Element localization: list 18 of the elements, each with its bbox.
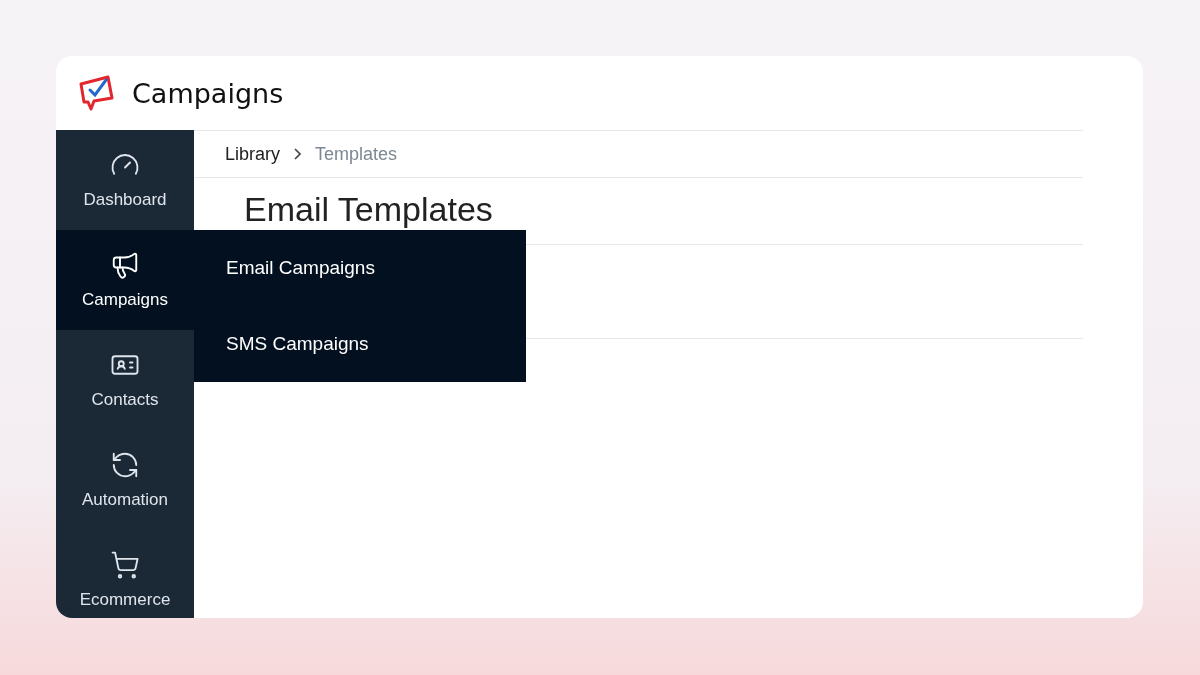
chevron-right-icon	[294, 148, 302, 160]
menu-item[interactable]: SMS Campaigns	[194, 306, 526, 382]
breadcrumb-link[interactable]: Templates	[315, 143, 398, 165]
sidebar-item-label: Campaigns	[82, 290, 168, 310]
sidebar-item[interactable]: Contacts	[56, 330, 194, 430]
megaphone-icon	[110, 250, 140, 280]
refresh-icon	[110, 450, 140, 480]
app-title: Campaigns	[132, 77, 284, 109]
shopping-cart-icon	[110, 550, 140, 580]
sidebar-item-label: Contacts	[91, 390, 159, 410]
sidebar-item[interactable]: Automation	[56, 430, 194, 530]
sidebar-item[interactable]: Ecommerce	[56, 530, 194, 618]
sidebar-item-label: Automation	[82, 490, 168, 510]
sidebar-item-label: Ecommerce	[79, 590, 171, 610]
breadcrumb-link[interactable]: Library	[225, 143, 281, 165]
sidebar-item-label: Dashboard	[83, 190, 167, 210]
sidebar-item[interactable]: Campaigns	[56, 230, 194, 330]
sidebar-item[interactable]: Dashboard	[56, 130, 194, 230]
